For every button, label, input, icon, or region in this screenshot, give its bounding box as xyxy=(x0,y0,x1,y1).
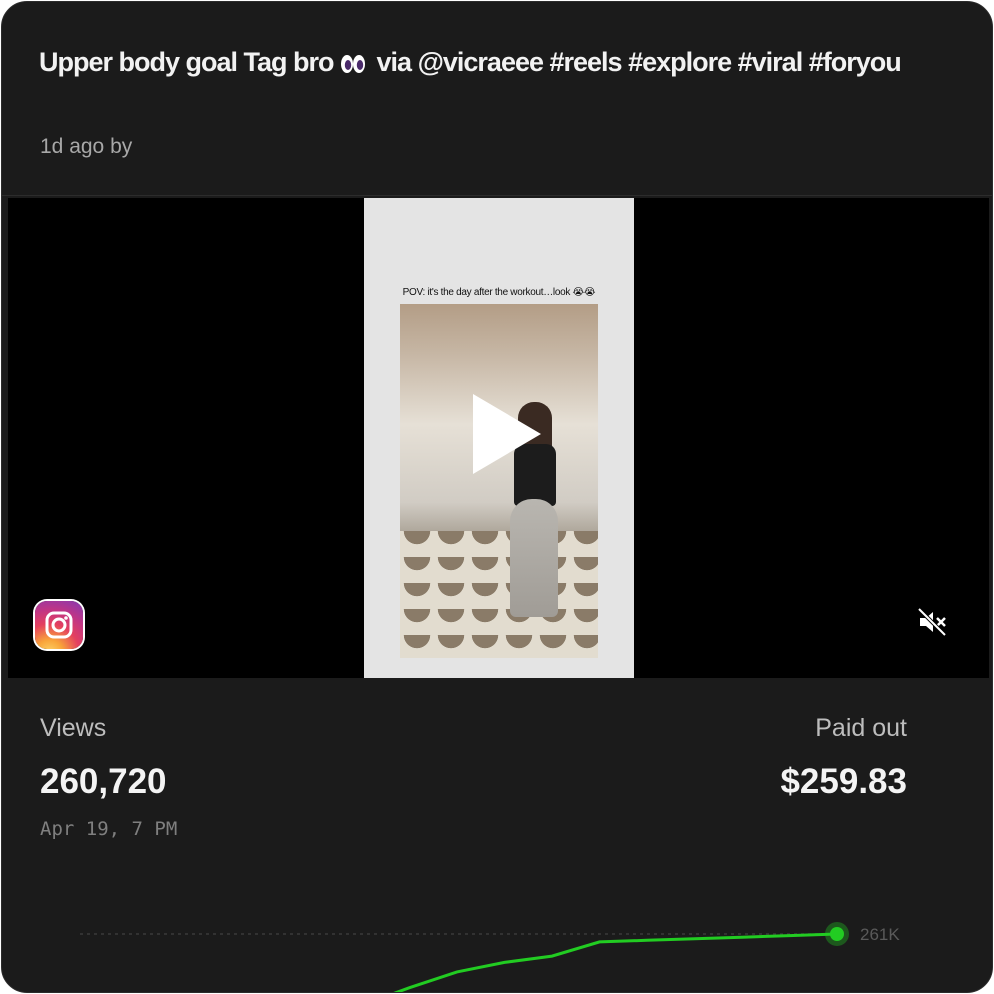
floor-pattern xyxy=(400,530,598,658)
header-divider xyxy=(2,195,992,196)
post-title-start: Upper body goal Tag bro xyxy=(39,47,335,77)
paid-out-label: Paid out xyxy=(815,714,907,742)
views-label: Views xyxy=(40,714,107,742)
video-overlay-caption: POV: it's the day after the workout…look… xyxy=(402,287,596,298)
data-timestamp: Apr 19, 7 PM xyxy=(40,818,178,840)
play-icon[interactable] xyxy=(473,394,541,474)
views-value: 260,720 xyxy=(40,762,167,801)
post-card: Upper body goal Tag bro via @vicraeee #r… xyxy=(1,1,993,993)
post-title-end: via @vicraeee #reels #explore #viral #fo… xyxy=(370,47,902,77)
video-player[interactable]: POV: it's the day after the workout…look… xyxy=(8,198,989,678)
post-title[interactable]: Upper body goal Tag bro via @vicraeee #r… xyxy=(39,42,939,83)
person-legs xyxy=(510,499,558,617)
post-meta: 1d ago by xyxy=(40,135,133,158)
series-line xyxy=(393,932,838,992)
video-thumbnail xyxy=(400,304,598,658)
instagram-glyph-icon xyxy=(45,611,73,639)
series-endpoint-dot[interactable] xyxy=(830,927,844,941)
speaker-muted-icon[interactable] xyxy=(916,606,948,638)
instagram-icon[interactable] xyxy=(35,601,83,649)
series-endpoint-label: 261K xyxy=(860,925,900,944)
views-chart[interactable]: 261K xyxy=(2,882,992,993)
paid-out-value: $259.83 xyxy=(780,762,907,801)
eyes-emoji-icon xyxy=(341,55,366,73)
